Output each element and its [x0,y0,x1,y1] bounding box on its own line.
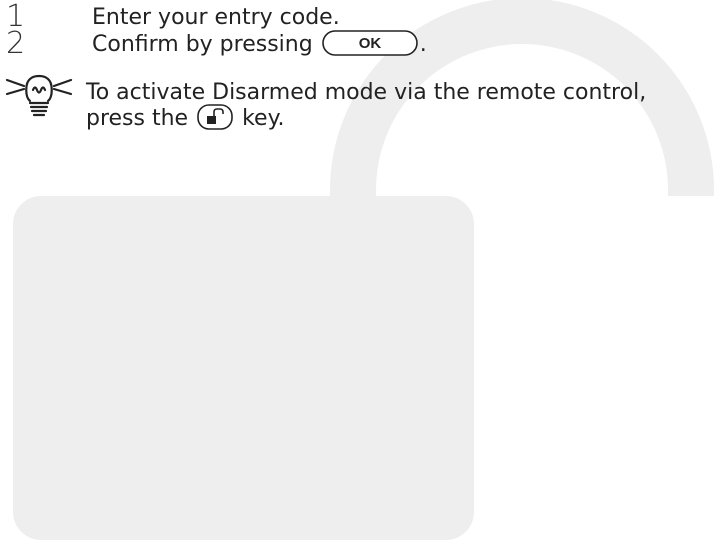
step-text-after: . [419,32,427,57]
step-text: Confirm by pressing OK. [92,30,427,58]
tip-line-2-before: press the [86,106,189,131]
step-text-before: Confirm by pressing [92,32,313,57]
tip-text: To activate Disarmed mode via the remote… [86,80,646,132]
padlock-body [13,196,474,540]
tip-line-2-after: key. [242,106,285,131]
lightbulb-tip-icon [5,74,73,117]
step-text: Enter your entry code. [92,5,340,30]
ok-key-label: OK [358,35,381,52]
ok-key-icon: OK [321,30,418,56]
unlock-icon [197,104,233,130]
tip-line-1: To activate Disarmed mode via the remote… [86,80,647,105]
step-number: 2 [6,26,26,61]
tip-line-2: press the key. [86,104,646,132]
